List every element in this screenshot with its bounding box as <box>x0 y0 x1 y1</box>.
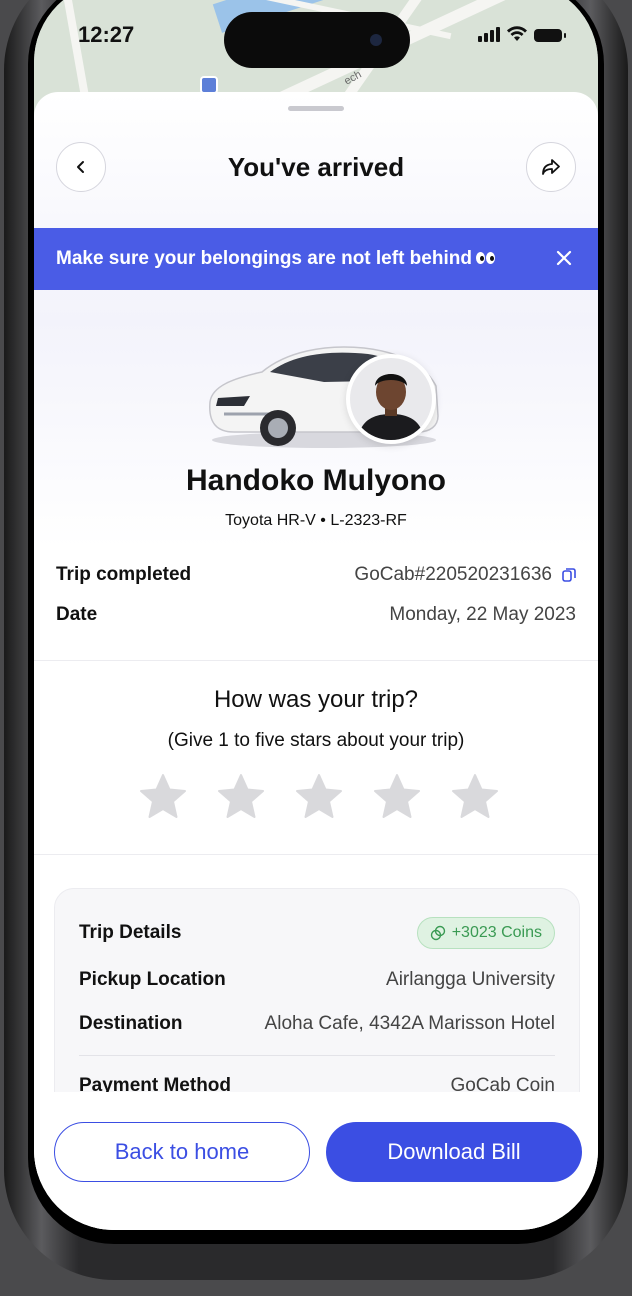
download-bill-button[interactable]: Download Bill <box>326 1122 582 1182</box>
booking-id: GoCab#220520231636 <box>354 564 552 585</box>
destination-label: Destination <box>79 1013 183 1034</box>
car-info: Toyota HR-V • L-2323-RF <box>225 512 407 529</box>
phone-inner: ech 12:27 You've arrived Make sure your … <box>28 0 604 1244</box>
arrival-sheet: You've arrived Make sure your belongings… <box>34 92 598 1230</box>
driver-name: Handoko Mulyono <box>186 464 446 497</box>
star-icon[interactable] <box>216 772 266 822</box>
dynamic-island <box>224 12 410 68</box>
driver-photo <box>350 358 432 440</box>
battery-icon <box>534 29 566 42</box>
star-icon[interactable] <box>450 772 500 822</box>
status-time: 12:27 <box>78 22 135 47</box>
page-title: You've arrived <box>227 152 405 182</box>
date-row: Date Monday, 22 May 2023 <box>56 604 576 626</box>
trip-completed-row: Trip completed GoCab#220520231636 <box>56 564 576 586</box>
signal-icon <box>478 27 500 42</box>
star-icon[interactable] <box>138 772 188 822</box>
sheet-grabber[interactable] <box>288 106 344 111</box>
banner-message: Make sure your belongings are not left b… <box>56 248 496 270</box>
trip-details-header: Trip Details +3023 Coins <box>79 917 555 949</box>
section-divider <box>34 854 598 855</box>
wifi-icon <box>507 26 527 41</box>
star-rating <box>138 772 500 822</box>
destination-value: Aloha Cafe, 4342A Marisson Hotel <box>264 1013 555 1034</box>
back-to-home-button[interactable]: Back to home <box>54 1122 310 1182</box>
status-icons <box>478 26 566 42</box>
rating-hint: (Give 1 to five stars about your trip) <box>167 730 465 751</box>
coins-badge: +3023 Coins <box>416 917 555 949</box>
share-button[interactable] <box>526 142 576 192</box>
pickup-value: Airlangga University <box>386 969 555 990</box>
copy-icon[interactable] <box>562 568 576 582</box>
bottom-action-bar: Back to home Download Bill <box>34 1092 598 1230</box>
eyes-emoji-icon <box>475 248 496 270</box>
coin-link-icon <box>430 925 445 941</box>
reminder-banner: Make sure your belongings are not left b… <box>34 228 598 290</box>
phone-frame: ech 12:27 You've arrived Make sure your … <box>4 0 628 1280</box>
destination-row: Destination Aloha Cafe, 4342A Marisson H… <box>79 1013 555 1035</box>
share-icon <box>542 159 560 175</box>
trip-details-title: Trip Details <box>79 922 182 943</box>
banner-message-text: Make sure your belongings are not left b… <box>56 248 472 269</box>
star-icon[interactable] <box>294 772 344 822</box>
driver-avatar <box>346 354 436 444</box>
screen: ech 12:27 You've arrived Make sure your … <box>34 0 598 1230</box>
coins-badge-text: +3023 Coins <box>451 924 542 941</box>
card-divider <box>79 1055 555 1056</box>
rating-question: How was your trip? <box>213 686 419 713</box>
close-icon[interactable] <box>552 246 576 270</box>
star-icon[interactable] <box>372 772 422 822</box>
booking-id-value: GoCab#220520231636 <box>354 564 576 586</box>
date-value: Monday, 22 May 2023 <box>389 604 576 625</box>
camera-dot <box>370 34 382 46</box>
date-label: Date <box>56 604 98 625</box>
pickup-label: Pickup Location <box>79 969 226 990</box>
trip-completed-label: Trip completed <box>56 564 192 585</box>
section-divider <box>34 660 598 661</box>
pickup-row: Pickup Location Airlangga University <box>79 969 555 991</box>
